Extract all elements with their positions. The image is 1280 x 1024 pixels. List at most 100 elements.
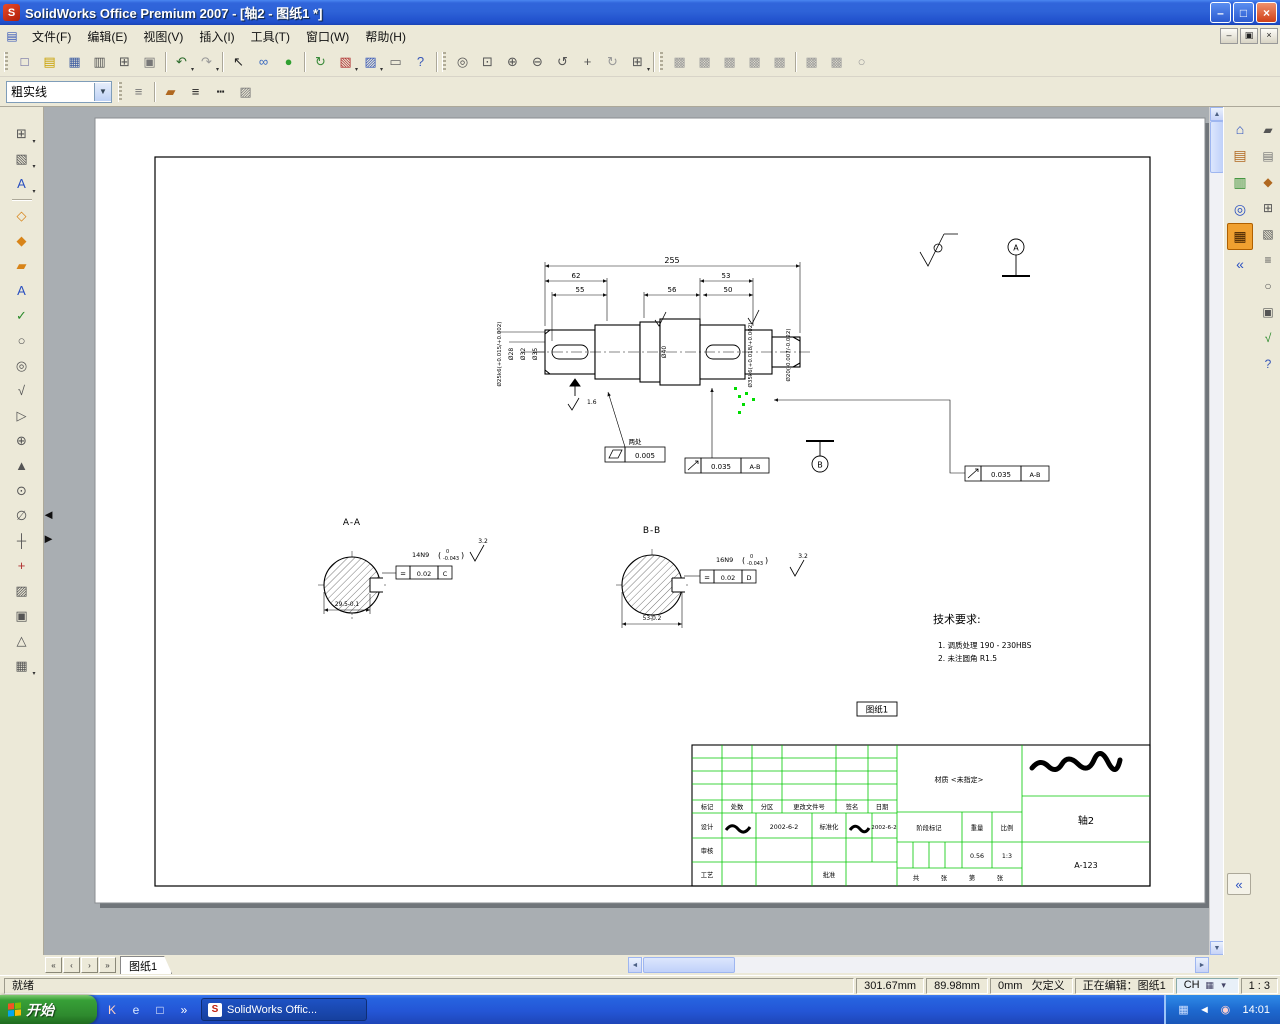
hlr-icon[interactable]: ▩ bbox=[742, 50, 767, 74]
rebuild-icon[interactable]: ↻ bbox=[308, 50, 333, 74]
grid-pane-icon[interactable]: ⊞ bbox=[1257, 195, 1279, 221]
collapse-bottom-icon[interactable]: « bbox=[1227, 873, 1251, 895]
area-hatch-icon[interactable]: ▨ bbox=[8, 578, 36, 603]
library2-icon[interactable]: ▤ bbox=[1257, 143, 1279, 169]
tray-safety-icon[interactable]: ◉ bbox=[1216, 1001, 1234, 1019]
surface-finish-icon[interactable]: √ bbox=[8, 378, 36, 403]
menu-window[interactable]: 窗口(W) bbox=[298, 25, 357, 48]
app-icon[interactable]: S bbox=[3, 4, 20, 21]
prev-sheet-button[interactable]: ‹ bbox=[63, 957, 80, 973]
menu-help[interactable]: 帮助(H) bbox=[357, 25, 414, 48]
open-icon[interactable]: ▤ bbox=[37, 50, 62, 74]
scroll-up-icon[interactable]: ▲ bbox=[1210, 107, 1224, 121]
new-icon[interactable]: □ bbox=[12, 50, 37, 74]
copy-icon[interactable]: ▣ bbox=[137, 50, 162, 74]
print-preview-icon[interactable]: ⊞ bbox=[112, 50, 137, 74]
document-icon[interactable]: ▤ bbox=[4, 28, 20, 44]
balloon-icon[interactable]: ○ bbox=[8, 328, 36, 353]
perspective-icon[interactable]: ▩ bbox=[767, 50, 792, 74]
select-icon[interactable]: ↖ bbox=[226, 50, 251, 74]
shaded-icon[interactable]: ▩ bbox=[667, 50, 692, 74]
model-items-icon[interactable]: ◆ bbox=[8, 228, 36, 253]
collapse-taskpane-icon[interactable]: « bbox=[1227, 250, 1253, 277]
hyperlink-icon[interactable]: ∞ bbox=[251, 50, 276, 74]
revision-symbol-icon[interactable]: △ bbox=[8, 628, 36, 653]
combo-dropdown-icon[interactable]: ▼ bbox=[94, 82, 111, 101]
keyboard-layout-icon[interactable]: ▦ bbox=[1203, 979, 1217, 993]
wireframe-icon[interactable]: ▩ bbox=[692, 50, 717, 74]
text-format-icon[interactable]: A ▾ bbox=[8, 171, 35, 196]
horizontal-scroll-thumb[interactable] bbox=[643, 957, 735, 973]
check-pane-icon[interactable]: √ bbox=[1257, 325, 1279, 351]
first-sheet-button[interactable]: « bbox=[45, 957, 62, 973]
child-minimize-button[interactable]: – bbox=[1220, 28, 1238, 44]
start-button[interactable]: 开始 bbox=[0, 995, 97, 1024]
save-icon[interactable]: ▦ bbox=[62, 50, 87, 74]
draft-analysis-icon[interactable]: ○ bbox=[849, 50, 874, 74]
circle-tool-icon[interactable]: ○ bbox=[1257, 273, 1279, 299]
stoplight-icon[interactable]: ● bbox=[276, 50, 301, 74]
vertical-scroll-thumb[interactable] bbox=[1210, 121, 1224, 173]
pane-splitter[interactable]: ◄ ► bbox=[42, 508, 55, 545]
splitter-right-icon[interactable]: ► bbox=[36, 527, 61, 551]
materials-icon[interactable]: ◆ bbox=[1257, 169, 1279, 195]
tray-display-icon[interactable]: ▦ bbox=[1174, 1001, 1192, 1019]
smart-dimension-icon[interactable]: ◇ bbox=[8, 203, 36, 228]
horizontal-scrollbar[interactable]: ◄ ► bbox=[628, 957, 1209, 973]
weld-symbol-icon[interactable]: ▷ bbox=[8, 403, 36, 428]
menu-tools[interactable]: 工具(T) bbox=[243, 25, 298, 48]
layer-properties-icon[interactable]: ≡ bbox=[126, 80, 151, 104]
refresh-view-icon[interactable]: ↺ bbox=[550, 50, 575, 74]
zoom-area-icon[interactable]: ⊡ bbox=[475, 50, 500, 74]
hatch-pattern-icon[interactable]: ▧ ▾ bbox=[8, 146, 35, 171]
hole-callout-icon[interactable]: ∅ bbox=[8, 503, 36, 528]
zoom-in-out-icon[interactable]: ⊕ bbox=[500, 50, 525, 74]
menu-file[interactable]: 文件(F) bbox=[24, 25, 79, 48]
sheet-properties-icon[interactable]: ▭ bbox=[383, 50, 408, 74]
ie-icon[interactable]: e bbox=[125, 999, 147, 1021]
search-icon[interactable]: ◎ bbox=[1227, 196, 1253, 223]
close-button[interactable]: × bbox=[1256, 2, 1277, 23]
maximize-button[interactable]: □ bbox=[1233, 2, 1254, 23]
hidden-lines-icon[interactable]: ▩ bbox=[717, 50, 742, 74]
show-desktop-icon[interactable]: □ bbox=[149, 999, 171, 1021]
tray-volume-icon[interactable]: ◄ bbox=[1195, 1001, 1213, 1019]
zoom-selection-icon[interactable]: ⊖ bbox=[525, 50, 550, 74]
line-color-icon[interactable]: ▰ bbox=[158, 80, 183, 104]
scroll-down-icon[interactable]: ▼ bbox=[1210, 941, 1224, 955]
pan-icon[interactable]: + bbox=[575, 50, 600, 74]
help-icon[interactable]: ? bbox=[408, 50, 433, 74]
print-icon[interactable]: ▥ bbox=[87, 50, 112, 74]
make-drawing-icon[interactable]: ▧ ▾ bbox=[333, 50, 358, 74]
line-style-combo[interactable]: 粗实线 ▼ bbox=[6, 80, 112, 103]
format-painter-icon[interactable]: ▰ bbox=[8, 253, 36, 278]
block-icon[interactable]: ▣ bbox=[8, 603, 36, 628]
scroll-left-icon[interactable]: ◄ bbox=[628, 957, 642, 973]
minimize-button[interactable]: – bbox=[1210, 2, 1231, 23]
geometric-tolerance-icon[interactable]: ⊕ bbox=[8, 428, 36, 453]
tables-icon[interactable]: ▦ ▾ bbox=[8, 653, 35, 678]
line-style-icon[interactable]: ┅ bbox=[208, 80, 233, 104]
child-restore-button[interactable]: ▣ bbox=[1240, 28, 1258, 44]
view-palette-icon[interactable]: ▦ bbox=[1227, 223, 1253, 250]
next-sheet-button[interactable]: › bbox=[81, 957, 98, 973]
design-library-icon[interactable]: ▤ bbox=[1227, 142, 1253, 169]
view-orientation-icon[interactable]: ⊞ ▾ bbox=[625, 50, 650, 74]
line-thickness-icon[interactable]: ≡ bbox=[183, 80, 208, 104]
tools-pane-icon[interactable]: ▰ bbox=[1257, 117, 1279, 143]
center-mark-icon[interactable]: + bbox=[8, 553, 36, 578]
vertical-scrollbar[interactable]: ▲ ▼ bbox=[1209, 107, 1224, 955]
hide-show-edges-icon[interactable]: ▨ bbox=[233, 80, 258, 104]
language-indicator[interactable]: CH bbox=[1184, 978, 1200, 993]
redo-icon[interactable]: ↷ ▾ bbox=[194, 50, 219, 74]
ql-app-icon[interactable]: K bbox=[101, 999, 123, 1021]
language-bar[interactable]: CH ▦ ▾ bbox=[1175, 977, 1239, 994]
curvature-icon[interactable]: ▩ bbox=[824, 50, 849, 74]
lang-options-icon[interactable]: ▾ bbox=[1217, 979, 1231, 993]
sheet-tab-active[interactable]: 图纸1 bbox=[120, 956, 172, 974]
view-layout-icon[interactable]: ⊞ ▾ bbox=[8, 121, 35, 146]
ql-expand-icon[interactable]: » bbox=[173, 999, 195, 1021]
list-pane-icon[interactable]: ≡ bbox=[1257, 247, 1279, 273]
undo-icon[interactable]: ↶ ▾ bbox=[169, 50, 194, 74]
file-explorer-icon[interactable]: ▥ bbox=[1227, 169, 1253, 196]
